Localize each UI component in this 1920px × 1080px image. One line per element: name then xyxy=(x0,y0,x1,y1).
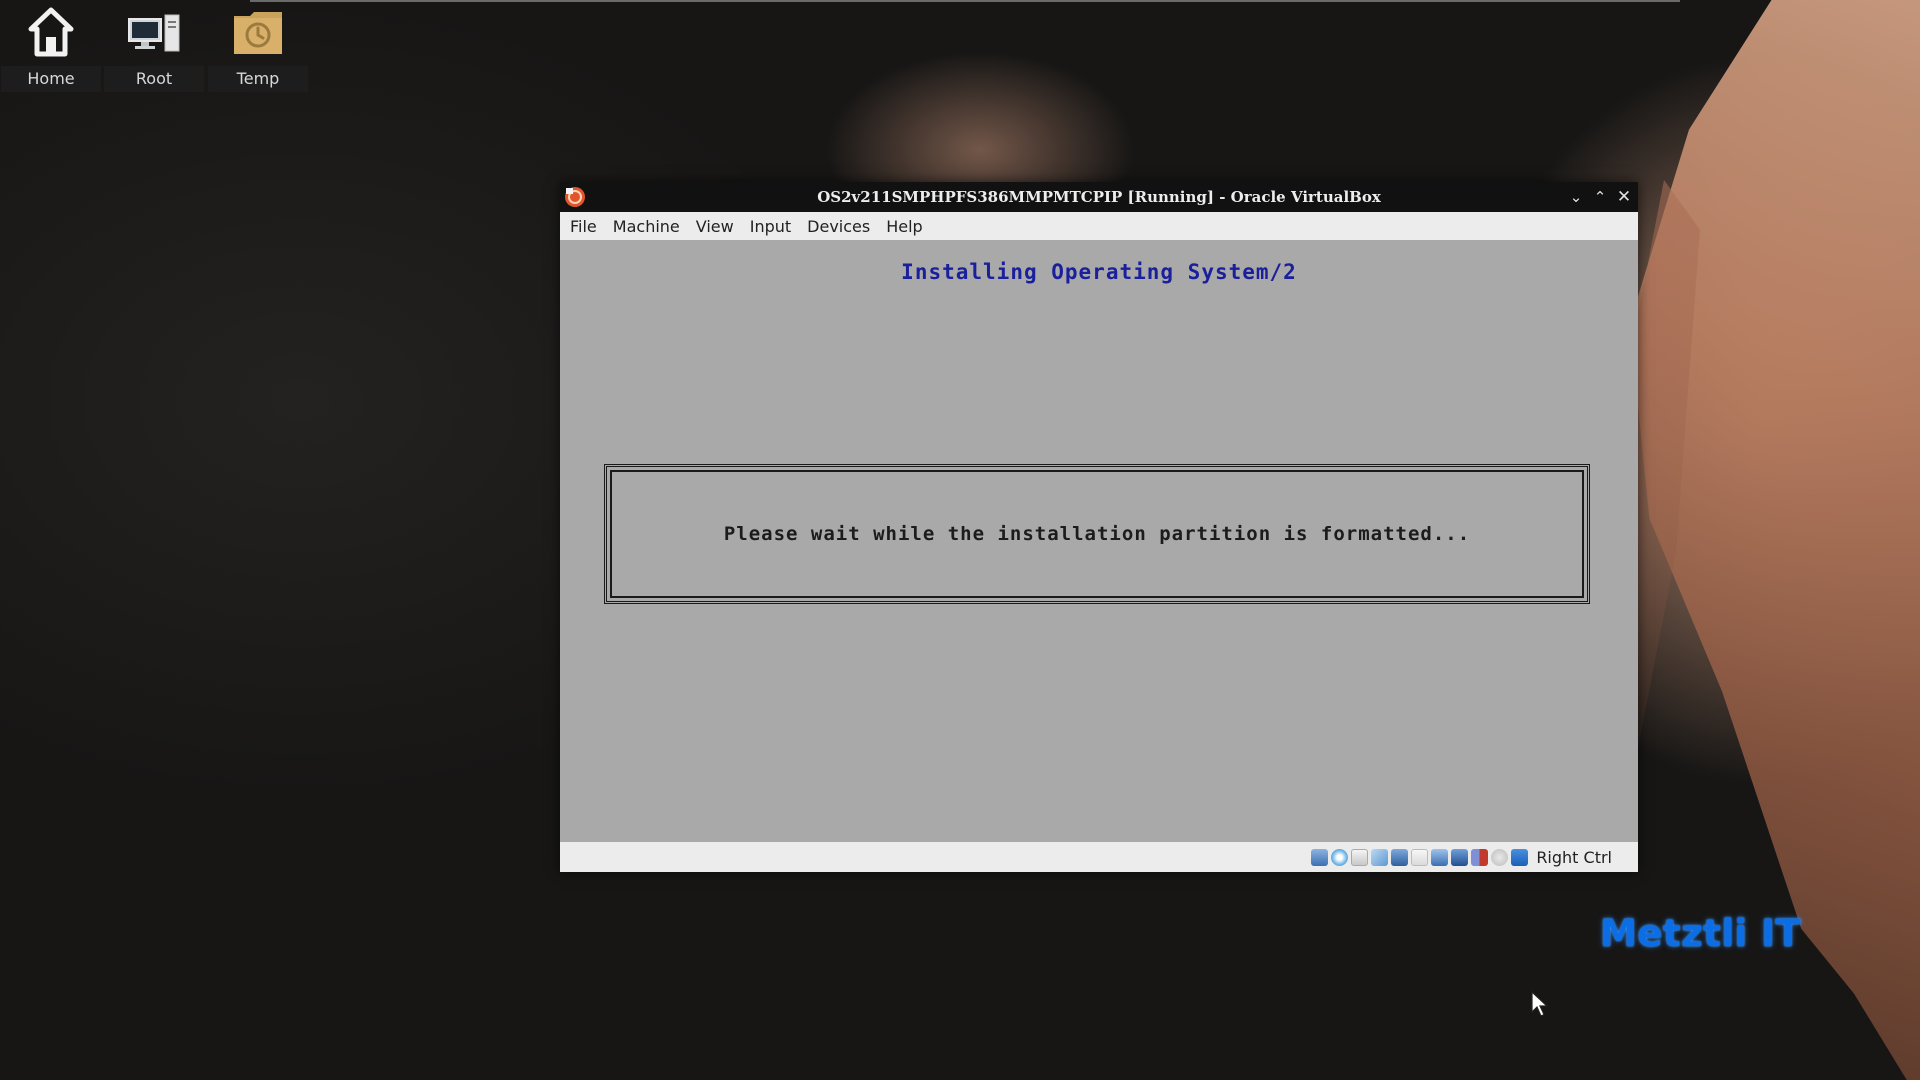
menu-devices[interactable]: Devices xyxy=(801,217,876,236)
audio-icon[interactable] xyxy=(1371,848,1389,866)
mouse-cursor-icon xyxy=(1530,990,1550,1022)
window-title: OS2v211SMPHPFS386MMPMTCPIP [Running] - O… xyxy=(817,188,1381,206)
close-icon: ✕ xyxy=(1616,187,1632,207)
menu-view[interactable]: View xyxy=(690,217,740,236)
top-panel-edge xyxy=(250,0,1680,2)
menu-machine[interactable]: Machine xyxy=(607,217,686,236)
minimize-button[interactable]: ⌄ xyxy=(1564,185,1588,209)
chevron-down-icon: ⌄ xyxy=(1569,188,1583,206)
message-dialog: Please wait while the installation parti… xyxy=(604,464,1590,604)
virtualbox-window[interactable]: OS2v211SMPHPFS386MMPMTCPIP [Running] - O… xyxy=(560,182,1638,872)
desktop-icon-label: Home xyxy=(1,66,101,92)
video-capture-icon[interactable] xyxy=(1471,848,1489,866)
computer-icon xyxy=(127,0,181,66)
home-icon xyxy=(28,0,74,66)
menu-input[interactable]: Input xyxy=(744,217,797,236)
desktop-icon-root[interactable]: Root xyxy=(104,0,204,96)
close-button[interactable]: ✕ xyxy=(1612,185,1636,209)
status-bar: Right Ctrl xyxy=(560,842,1638,872)
installer-message: Please wait while the installation parti… xyxy=(723,523,1471,545)
watermark-logo: Metztli IT xyxy=(1600,912,1802,955)
installer-heading: Installing Operating System/2 xyxy=(901,260,1297,284)
desktop-icon-temp[interactable]: Temp xyxy=(208,0,308,96)
window-titlebar[interactable]: OS2v211SMPHPFS386MMPMTCPIP [Running] - O… xyxy=(560,182,1638,212)
status-indicators xyxy=(1311,848,1529,866)
floppy-icon[interactable] xyxy=(1351,848,1369,866)
optical-drive-icon[interactable] xyxy=(1331,848,1349,866)
usb-icon[interactable] xyxy=(1411,848,1429,866)
host-key-label: Right Ctrl xyxy=(1536,847,1612,867)
menu-help[interactable]: Help xyxy=(880,217,928,236)
cpu-icon[interactable] xyxy=(1491,848,1509,866)
chevron-up-icon: ⌃ xyxy=(1593,188,1607,206)
maximize-button[interactable]: ⌃ xyxy=(1588,185,1612,209)
keyboard-capture-icon[interactable] xyxy=(1511,848,1529,866)
shared-folder-icon[interactable] xyxy=(1431,848,1449,866)
folder-clock-icon xyxy=(232,0,284,66)
menu-file[interactable]: File xyxy=(564,217,603,236)
desktop-icon-label: Temp xyxy=(208,66,308,92)
network-icon[interactable] xyxy=(1391,848,1409,866)
vm-screen[interactable]: Installing Operating System/2 Please wai… xyxy=(560,240,1638,842)
desktop-icon-label: Root xyxy=(104,66,204,92)
desktop-icon-home[interactable]: Home xyxy=(1,0,101,96)
menu-bar: File Machine View Input Devices Help xyxy=(560,212,1638,240)
hard-disk-icon[interactable] xyxy=(1311,848,1329,866)
display-icon[interactable] xyxy=(1451,848,1469,866)
